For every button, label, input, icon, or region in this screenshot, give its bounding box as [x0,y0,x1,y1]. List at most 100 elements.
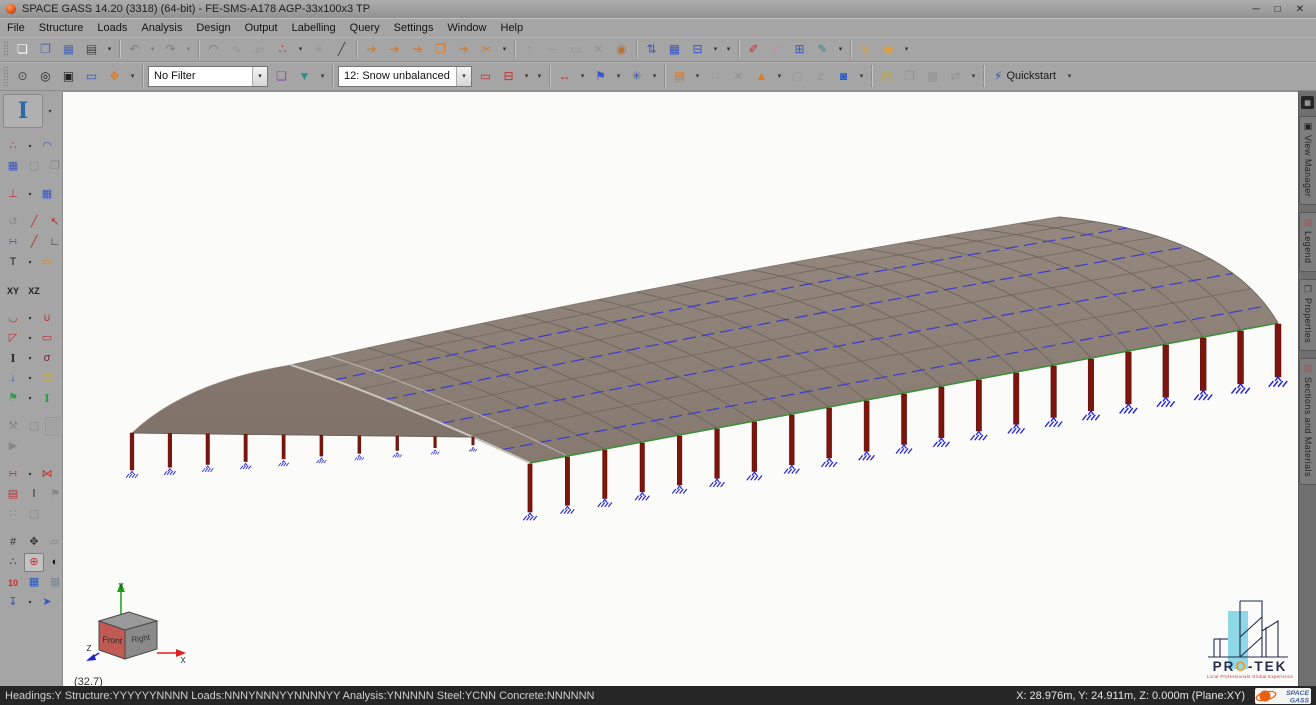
back-column[interactable] [244,434,247,461]
quickstart-dropdown[interactable]: ▾ [1063,66,1076,87]
node-force-dropdown[interactable]: ▾ [612,66,625,87]
menu-help[interactable]: Help [494,21,531,35]
clipboard-dropdown[interactable]: ▾ [691,66,704,87]
output-dropdown[interactable]: ▾ [967,66,980,87]
connect-nodes-button[interactable]: ∺ [3,233,23,252]
new-file-button[interactable]: ❏ [11,39,34,60]
member-loads-button[interactable]: ◡ [3,309,23,328]
back-support[interactable] [126,471,138,477]
front-column[interactable] [1051,366,1057,418]
load-cases-button[interactable]: ↓ [3,369,23,388]
front-column[interactable] [715,429,720,478]
copy-node-properties-button[interactable]: ◎ [854,39,877,60]
pan-dropdown[interactable]: ▾ [126,66,139,87]
back-column[interactable] [358,436,361,454]
front-column[interactable] [677,436,682,485]
front-support[interactable] [523,513,537,520]
member-results-button[interactable]: ∺ [3,465,23,484]
results-table-button[interactable]: ▤ [3,485,23,504]
arc-tool-button[interactable]: ◠ [202,39,225,60]
panel-loads-button[interactable]: ▭ [37,329,57,348]
open-file-button[interactable]: ❐ [34,39,57,60]
model-canvas[interactable]: YFrontRightXZ (32.7) PRO-TEKLocal Profes… [63,91,1298,686]
draw-members-button[interactable]: ╱ [24,213,44,232]
plane-xz-button[interactable]: XZ [24,281,44,300]
select-wand-button[interactable]: ✐ [742,39,765,60]
front-column[interactable] [789,415,794,465]
member-ops-dropdown[interactable]: ▾ [498,39,511,60]
menu-labelling[interactable]: Labelling [285,21,343,35]
front-support[interactable] [672,486,687,494]
front-column[interactable] [603,450,607,499]
move-members-button[interactable]: ➔ [452,39,475,60]
combo-dropdown-icon[interactable]: ▾ [252,67,267,86]
menu-query[interactable]: Query [343,21,387,35]
back-support[interactable] [393,453,402,458]
menu-window[interactable]: Window [440,21,493,35]
viewpoint-dropdown[interactable]: ▾ [855,66,868,87]
maximize-button[interactable]: □ [1275,4,1281,15]
front-support[interactable] [1194,391,1212,401]
orientation-cube[interactable]: YFrontRightXZ [85,579,189,672]
supports-dropdown[interactable]: ▾ [24,185,36,204]
front-support[interactable] [1157,397,1175,406]
front-support[interactable] [561,506,575,513]
mirror-members-button[interactable]: ➔ [406,39,429,60]
section-library-button[interactable]: I [3,94,43,128]
erase-wand-button[interactable]: ✐ [765,39,788,60]
design-groups-button[interactable]: I [37,389,57,408]
node-properties-dropdown[interactable]: ▾ [900,39,913,60]
front-column[interactable] [1275,324,1281,377]
draw-line-button[interactable]: ╱ [24,233,44,252]
front-support[interactable] [1082,411,1099,420]
front-column[interactable] [1200,338,1206,391]
paint-dropdown[interactable]: ▾ [834,39,847,60]
moving-loads-dropdown[interactable]: ▾ [520,66,533,87]
pick-cursor-button[interactable]: ➤ [37,593,57,612]
cut-members-button[interactable]: ✂ [475,39,498,60]
vehicle-loads-button[interactable]: ⊟ [686,39,709,60]
draw-nodes-dropdown[interactable]: ▾ [24,137,36,156]
text-dropdown[interactable]: ▾ [24,253,36,272]
auto-hide-panels-icon[interactable]: ▦ [1301,96,1314,109]
back-support[interactable] [317,458,327,463]
back-support[interactable] [278,461,288,466]
front-column[interactable] [1163,345,1169,397]
section-properties-dropdown[interactable]: ▾ [24,349,36,368]
front-support[interactable] [747,472,762,480]
menu-analysis[interactable]: Analysis [134,21,189,35]
render-toggle-button[interactable]: ◐ [45,553,65,572]
vehicle-dropdown[interactable]: ▾ [709,39,722,60]
front-support[interactable] [859,452,875,460]
front-column[interactable] [939,387,944,438]
save-file-button[interactable]: ▦ [57,39,80,60]
filter-layers-button[interactable]: ❏ [270,66,293,87]
line-tool-button[interactable]: ╱ [330,39,353,60]
distributed-force-dropdown[interactable]: ▾ [576,66,589,87]
front-support[interactable] [784,465,799,473]
front-column[interactable] [827,408,832,458]
tab-legend[interactable]: ▤Legend [1299,212,1316,271]
angle-button[interactable]: ∟ [45,233,65,252]
node-tool-button[interactable]: ∴ [271,39,294,60]
moment-diagram-button[interactable]: ⋈ [37,465,57,484]
node-markers-button[interactable]: ∴ [3,553,23,572]
extend-members-button[interactable]: ➔ [360,39,383,60]
print-dropdown[interactable]: ▾ [103,39,116,60]
find-button[interactable]: ◎ [34,66,57,87]
renumber-button[interactable]: ⇅ [640,39,663,60]
stress-button[interactable]: σ [37,349,57,368]
grid-button[interactable]: ▦ [3,157,23,176]
back-column[interactable] [282,435,285,459]
front-column[interactable] [752,422,757,472]
back-support[interactable] [240,463,251,469]
stretch-members-button[interactable]: ➔ [383,39,406,60]
front-column[interactable] [1126,352,1132,404]
member-results-dropdown[interactable]: ▾ [24,465,36,484]
draw-nodes-button[interactable]: ∴ [3,137,23,156]
back-support[interactable] [431,450,439,455]
viewpoint-button[interactable]: ◙ [832,66,855,87]
shrink-members-button[interactable]: # [3,533,23,552]
dimension-10-button[interactable]: 10 [3,573,23,592]
menu-loads[interactable]: Loads [90,21,134,35]
